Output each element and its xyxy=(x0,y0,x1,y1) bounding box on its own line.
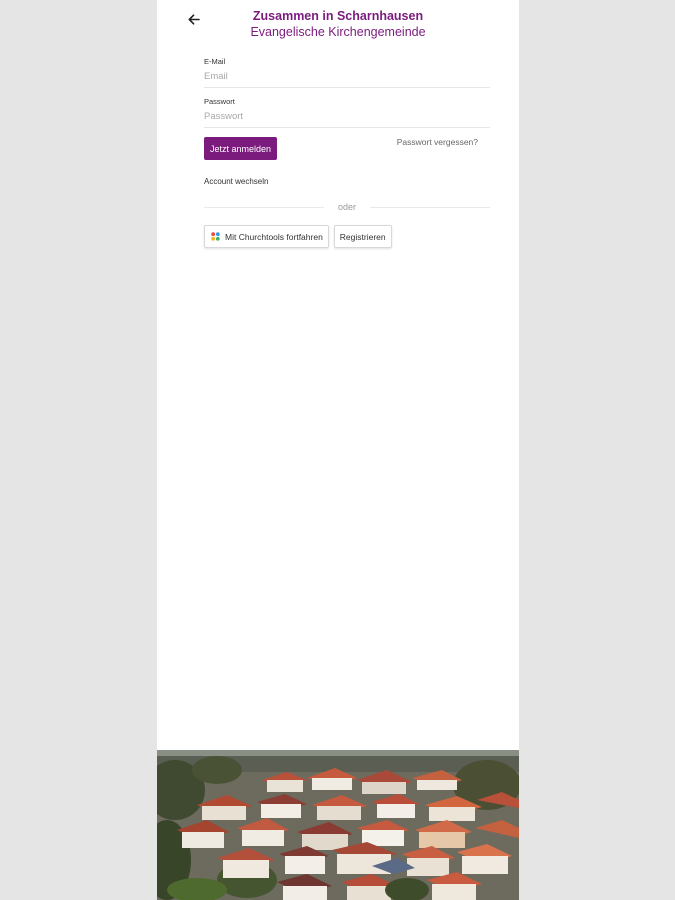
churchtools-button[interactable]: Mit Churchtools fortfahren xyxy=(204,225,329,248)
app-screen: Zusammen in Scharnhausen Evangelische Ki… xyxy=(157,0,519,900)
email-label: E-Mail xyxy=(204,57,226,66)
register-button[interactable]: Registrieren xyxy=(333,225,392,248)
login-row: Jetzt anmelden Passwort vergessen? xyxy=(204,137,490,163)
password-field[interactable] xyxy=(204,107,490,128)
alt-actions: Mit Churchtools fortfahren Registrieren xyxy=(204,225,490,248)
or-divider: oder xyxy=(204,201,491,213)
divider-line-right xyxy=(370,206,491,208)
email-field[interactable] xyxy=(204,67,490,88)
password-label: Passwort xyxy=(204,97,235,106)
village-photo xyxy=(157,750,519,900)
email-field-group: E-Mail xyxy=(204,57,490,88)
login-button[interactable]: Jetzt anmelden xyxy=(204,137,278,160)
switch-account-link[interactable]: Account wechseln xyxy=(204,177,268,186)
password-field-group: Passwort xyxy=(204,97,490,128)
login-form: E-Mail Passwort Jetzt anmelden Passwort … xyxy=(204,57,491,248)
register-button-label: Registrieren xyxy=(339,231,386,242)
page-title: Zusammen in Scharnhausen xyxy=(252,9,424,23)
page-header: Zusammen in Scharnhausen Evangelische Ki… xyxy=(157,8,519,40)
page-subtitle: Evangelische Kirchengemeinde xyxy=(250,25,426,39)
divider-text: oder xyxy=(338,202,357,212)
churchtools-logo-icon xyxy=(211,232,220,241)
churchtools-button-label: Mit Churchtools fortfahren xyxy=(225,231,323,242)
forgot-password-link[interactable]: Passwort vergessen? xyxy=(397,137,478,147)
divider-line-left xyxy=(204,206,324,208)
